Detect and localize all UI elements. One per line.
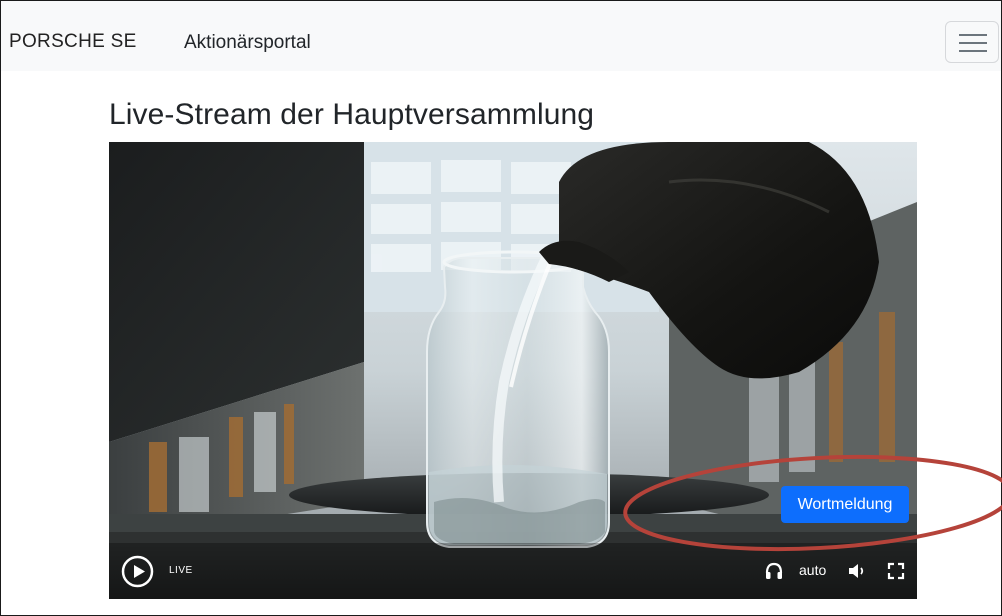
play-circle-icon[interactable] <box>121 555 154 588</box>
live-stream-video-player[interactable] <box>109 142 917 599</box>
hamburger-icon <box>959 34 987 52</box>
video-frame-image <box>109 142 917 599</box>
fullscreen-icon[interactable] <box>886 561 906 581</box>
portal-name-link[interactable]: Aktionärsportal <box>184 32 311 54</box>
quality-select[interactable]: auto <box>799 562 826 578</box>
headphones-icon[interactable] <box>764 561 784 581</box>
live-indicator: LIVE <box>169 565 193 576</box>
wortmeldung-request-button[interactable]: Wortmeldung <box>781 486 909 523</box>
top-navbar: PORSCHE SE Aktionärsportal <box>1 1 1001 71</box>
page-title: Live-Stream der Hauptversammlung <box>109 98 595 131</box>
video-control-bar: LIVE auto <box>109 543 917 599</box>
navbar-menu-toggle-button[interactable] <box>945 21 999 63</box>
browser-viewport: PORSCHE SE Aktionärsportal Live-Stream d… <box>0 0 1002 616</box>
volume-icon[interactable] <box>847 561 867 581</box>
porsche-se-logo[interactable]: PORSCHE SE <box>9 31 137 53</box>
